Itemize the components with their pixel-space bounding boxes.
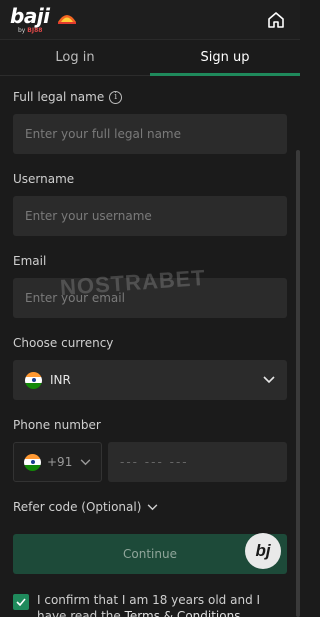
brand-logo: baji by BJ88 <box>10 6 50 34</box>
full-name-label: Full legal name i <box>13 90 287 104</box>
india-flag-icon <box>25 371 42 389</box>
country-code-select[interactable]: +91 <box>13 442 102 482</box>
age-confirmation: I confirm that I am 18 years old and I h… <box>13 592 287 617</box>
email-label: Email <box>13 254 47 268</box>
phone-label: Phone number <box>13 418 101 432</box>
logo[interactable]: baji by BJ88 <box>10 6 78 34</box>
support-fab-button[interactable]: bj <box>245 533 281 569</box>
phone-field-group: Phone number +91 --- --- --- <box>13 418 287 482</box>
confirm-checkbox[interactable] <box>13 594 29 610</box>
home-button[interactable] <box>262 6 290 34</box>
currency-field-group: Choose currency INR <box>13 336 287 400</box>
refer-code-label: Refer code (Optional) <box>13 500 142 514</box>
username-input[interactable]: Enter your username <box>13 196 287 236</box>
check-icon <box>16 598 26 606</box>
tab-login[interactable]: Log in <box>0 40 150 76</box>
full-name-input[interactable]: Enter your full legal name <box>13 114 287 154</box>
terms-link[interactable]: Terms & Conditions <box>125 609 241 617</box>
brand-subtitle: by BJ88 <box>18 26 43 34</box>
chevron-down-icon <box>80 458 91 465</box>
username-label: Username <box>13 172 75 186</box>
auth-tabs: Log in Sign up <box>0 40 300 76</box>
currency-value: INR <box>50 373 71 387</box>
scrollbar[interactable] <box>296 150 300 617</box>
home-icon <box>268 11 284 28</box>
india-flag-icon <box>24 453 41 471</box>
header: baji by BJ88 <box>0 0 300 40</box>
confirm-text: I confirm that I am 18 years old and I h… <box>37 592 287 617</box>
username-field-group: Username Enter your username <box>13 172 287 236</box>
refer-code-toggle[interactable]: Refer code (Optional) <box>13 500 287 514</box>
full-name-field-group: Full legal name i Enter your full legal … <box>13 90 287 154</box>
chevron-down-icon <box>263 376 275 384</box>
info-icon[interactable]: i <box>109 90 123 104</box>
email-input[interactable]: Enter your email <box>13 278 287 318</box>
tab-signup[interactable]: Sign up <box>150 40 300 76</box>
phone-input[interactable]: --- --- --- <box>108 442 287 482</box>
sunrisers-logo-icon <box>57 14 76 24</box>
email-field-group: Email Enter your email <box>13 254 287 318</box>
chevron-down-icon <box>148 503 158 510</box>
brand-name: baji <box>10 3 50 28</box>
currency-select[interactable]: INR <box>13 360 287 400</box>
country-code-value: +91 <box>47 455 73 469</box>
currency-label: Choose currency <box>13 336 114 350</box>
